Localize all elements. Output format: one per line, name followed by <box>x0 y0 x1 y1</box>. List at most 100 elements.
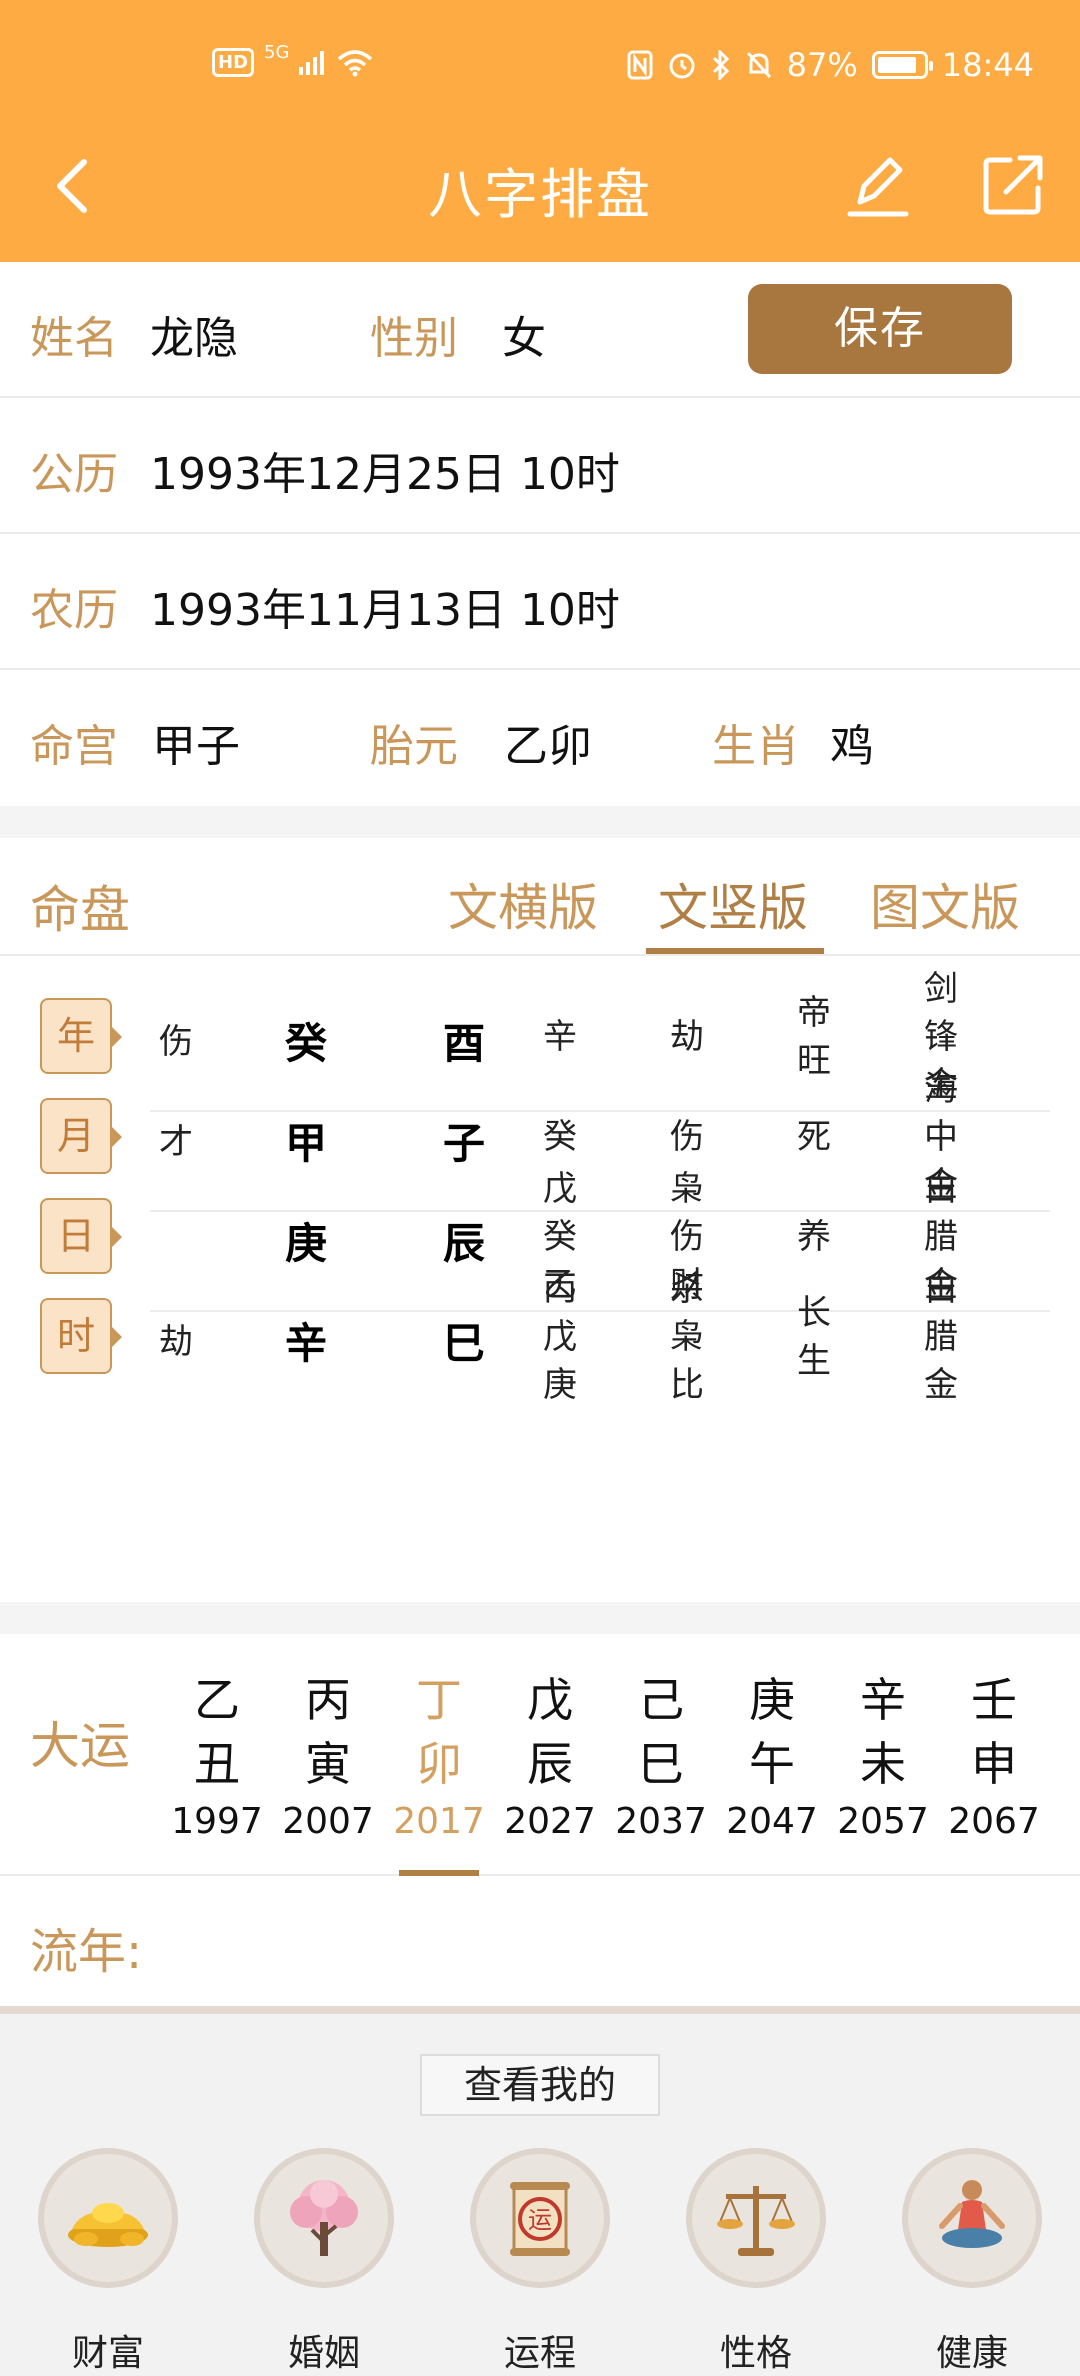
view-mine-button[interactable]: 查看我的 <box>420 2054 660 2116</box>
alarm-icon <box>669 53 695 79</box>
pillar-hidden-shishen: 杀枭比 <box>657 1265 717 1409</box>
char: 比 <box>670 1365 704 1405</box>
dayun-item[interactable]: 壬申 2067 <box>939 1668 1049 1846</box>
dayun-year: 2067 <box>948 1801 1040 1842</box>
pillar-shishen: 劫 <box>159 1322 193 1362</box>
dayun-zhi: 辰 <box>527 1737 573 1791</box>
active-dayun-indicator <box>399 1870 479 1876</box>
section-separator <box>0 806 1080 838</box>
dayun-item[interactable]: 辛未 2057 <box>828 1668 938 1846</box>
pillar-shishen: 伤 <box>159 1022 193 1062</box>
bluetooth-icon <box>712 50 729 80</box>
gender-label: 性别 <box>370 313 458 364</box>
status-bar: HD 5G 87% 18:44 <box>0 0 1080 130</box>
dayun-zhi: 申 <box>971 1737 1017 1791</box>
bottom-panel: 查看我的 财富 婚姻 运运程 性格健康 <box>0 2006 1080 2376</box>
dayun-gan: 庚 <box>749 1673 795 1727</box>
meditation-icon <box>902 2148 1042 2288</box>
dayun-label: 大运 <box>30 1717 130 1775</box>
feature-0[interactable]: 财富 <box>38 2148 178 2376</box>
feature-1[interactable]: 婚姻 <box>254 2148 394 2376</box>
pencil-icon[interactable] <box>846 150 910 220</box>
dayun-item[interactable]: 戊辰 2027 <box>495 1668 605 1846</box>
pillar-hidden-shishen: 劫 <box>657 1013 717 1061</box>
dayun-year: 2007 <box>282 1801 374 1842</box>
char: 枭 <box>670 1317 704 1357</box>
svg-text:运: 运 <box>528 2206 552 2234</box>
dayun-gan: 丁 <box>416 1673 462 1727</box>
share-external-icon[interactable] <box>980 152 1046 218</box>
dayun-gan: 丙 <box>305 1673 351 1727</box>
zodiac-value: 鸡 <box>830 721 874 772</box>
dayun-item[interactable]: 丙寅 2007 <box>273 1668 383 1846</box>
dayun-gan: 己 <box>638 1673 684 1727</box>
balance-scale-icon <box>686 2148 826 2288</box>
battery-fill <box>877 57 917 73</box>
pillar-row: 时劫辛巳丙戊庚杀枭比长生白腊金 <box>0 1262 1080 1412</box>
feature-label: 财富 <box>71 2333 144 2374</box>
dayun-item[interactable]: 丁卯 2017 <box>384 1668 494 1846</box>
tab-horizontal[interactable]: 文横版 <box>448 868 598 940</box>
name-value[interactable]: 龙隐 <box>150 302 238 366</box>
taiyuan-value: 乙卯 <box>504 721 592 772</box>
char: 腊 <box>924 1217 958 1257</box>
tab-vertical[interactable]: 文竖版 <box>658 868 808 940</box>
signal-icon <box>299 50 325 75</box>
dayun-item[interactable]: 庚午 2047 <box>717 1668 827 1846</box>
hd-badge: HD <box>212 48 255 77</box>
minggong-value: 甲子 <box>152 721 240 772</box>
name-label: 姓名 <box>30 313 118 364</box>
mute-bell-icon <box>746 51 771 79</box>
solar-label: 公历 <box>30 449 118 500</box>
pillar-state: 死 <box>784 1113 844 1161</box>
char: 辛 <box>543 1017 577 1057</box>
tab-illustrated[interactable]: 图文版 <box>870 868 1020 940</box>
lunar-value: 1993年11月13日 10时 <box>150 585 620 636</box>
dayun-year: 2057 <box>837 1801 929 1842</box>
char: 腊 <box>924 1317 958 1357</box>
char: 戊 <box>543 1317 577 1357</box>
pillar-state: 养 <box>784 1213 844 1261</box>
pillar-shishen: 才 <box>159 1122 193 1162</box>
char: 庚 <box>543 1365 577 1405</box>
gender-value[interactable]: 女 <box>502 302 546 366</box>
name-gender-row: 姓名 龙隐 性别 女 保存 <box>0 262 1080 398</box>
pillar-hidden-shishen: 伤 <box>657 1113 717 1161</box>
solar-value: 1993年12月25日 10时 <box>150 449 620 500</box>
feature-3[interactable]: 性格 <box>686 2148 826 2376</box>
pillar-hidden-stems: 癸 <box>530 1113 590 1161</box>
liunian-label: 流年: <box>30 1924 143 1980</box>
char: 金 <box>924 1365 958 1405</box>
char: 癸 <box>543 1217 577 1257</box>
feature-2[interactable]: 运运程 <box>470 2148 610 2376</box>
save-button[interactable]: 保存 <box>748 284 1012 374</box>
pillar-state: 长生 <box>784 1289 844 1385</box>
dayun-item[interactable]: 己巳 2037 <box>606 1668 716 1846</box>
char: 剑 <box>924 969 958 1009</box>
wifi-icon <box>338 49 373 76</box>
char: 丙 <box>543 1269 577 1309</box>
dayun-zhi: 巳 <box>638 1737 684 1791</box>
dayun-gan: 壬 <box>971 1673 1017 1727</box>
feature-4[interactable]: 健康 <box>902 2148 1042 2376</box>
dayun-gan: 戊 <box>527 1673 573 1727</box>
char: 枭 <box>670 1169 704 1209</box>
active-tab-indicator <box>646 948 824 954</box>
char: 锋 <box>924 1017 958 1057</box>
lunar-date-row[interactable]: 农历 1993年11月13日 10时 <box>0 534 1080 670</box>
char: 白 <box>924 1269 958 1309</box>
dayun-gan: 辛 <box>860 1673 906 1727</box>
dayun-zhi: 午 <box>749 1737 795 1791</box>
dayun-gan: 乙 <box>194 1673 240 1727</box>
palace-row: 命宫 甲子 胎元 乙卯 生肖 鸡 <box>0 670 1080 806</box>
char: 癸 <box>543 1117 577 1157</box>
dayun-item[interactable]: 乙丑 1997 <box>162 1668 272 1846</box>
feature-label: 婚姻 <box>287 2333 360 2374</box>
solar-date-row[interactable]: 公历 1993年12月25日 10时 <box>0 398 1080 534</box>
feature-label: 健康 <box>935 2333 1008 2374</box>
pillar-tag[interactable]: 时 <box>40 1298 122 1374</box>
char: 中 <box>924 1117 958 1157</box>
char: 帝 <box>797 993 831 1033</box>
char: 伤 <box>670 1117 704 1157</box>
pillar-nayin: 白腊金 <box>911 1265 971 1409</box>
